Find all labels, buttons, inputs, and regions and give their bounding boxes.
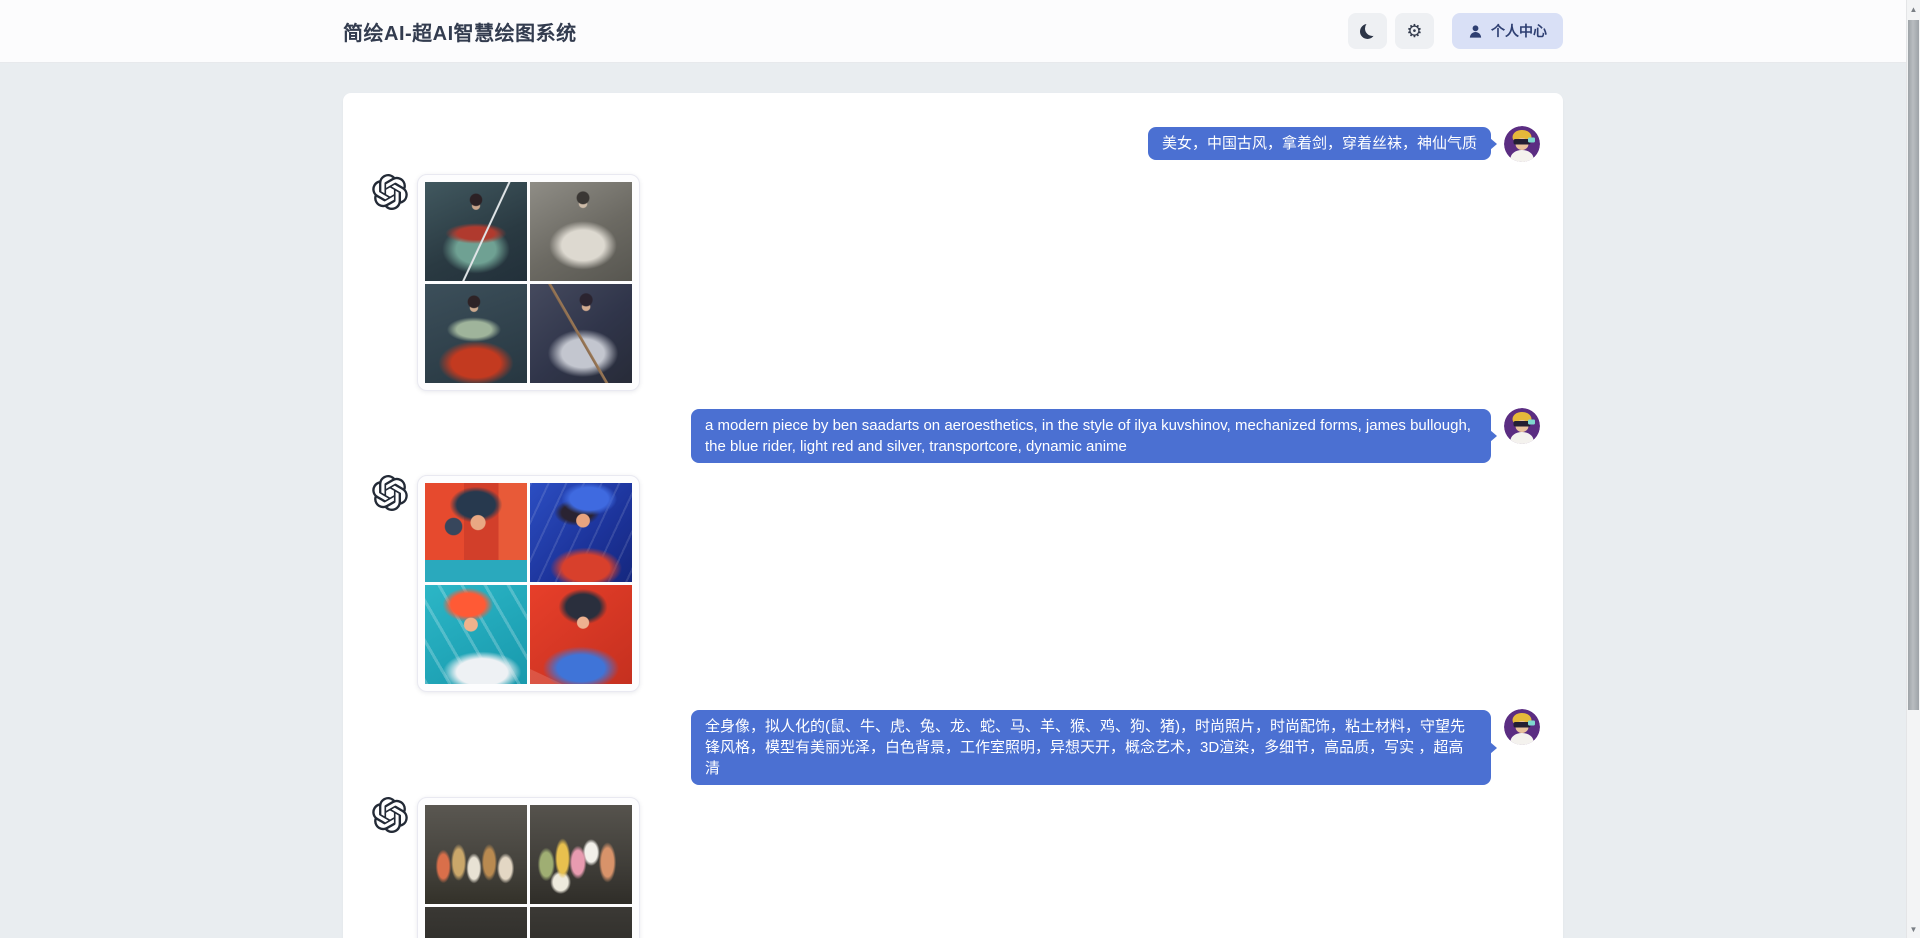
user-avatar — [1504, 126, 1540, 162]
user-message-text: 全身像，拟人化的(鼠、牛、虎、兔、龙、蛇、马、羊、猴、鸡、狗、猪)，时尚照片，时… — [705, 718, 1465, 777]
settings-button[interactable]: ⚙ — [1395, 13, 1434, 49]
chat-area: 美女，中国古风，拿着剑，穿着丝袜，神仙气质 — [0, 93, 1920, 938]
generated-image-grid[interactable] — [417, 797, 640, 938]
generated-image[interactable] — [530, 284, 632, 383]
openai-logo-icon — [372, 174, 408, 210]
app-title: 简绘AI-超AI智慧绘图系统 — [343, 17, 577, 46]
user-message-row: 美女，中国古风，拿着剑，穿着丝袜，神仙气质 — [372, 126, 1540, 162]
scrollbar-up-arrow-icon[interactable]: ▲ — [1907, 2, 1920, 16]
user-avatar — [1504, 408, 1540, 444]
generated-image[interactable] — [425, 483, 527, 582]
generated-image[interactable] — [425, 907, 527, 938]
generated-image[interactable] — [425, 182, 527, 281]
generated-image-grid[interactable] — [417, 475, 640, 692]
generated-image[interactable] — [425, 284, 527, 383]
profile-button-label: 个人中心 — [1491, 21, 1547, 41]
user-message-text: a modern piece by ben saadarts on aeroes… — [705, 417, 1471, 455]
generated-image[interactable] — [425, 805, 527, 904]
generated-image[interactable] — [530, 585, 632, 684]
generated-image[interactable] — [530, 182, 632, 281]
user-message-bubble: 美女，中国古风，拿着剑，穿着丝袜，神仙气质 — [1148, 127, 1491, 160]
ai-response-row — [372, 475, 1540, 692]
user-avatar — [1504, 709, 1540, 745]
ai-response-row — [372, 174, 1540, 391]
dark-mode-button[interactable] — [1348, 13, 1387, 49]
openai-logo-icon — [372, 475, 408, 511]
user-message-row: 全身像，拟人化的(鼠、牛、虎、兔、龙、蛇、马、羊、猴、鸡、狗、猪)，时尚照片，时… — [372, 709, 1540, 785]
generated-image[interactable] — [530, 907, 632, 938]
ai-response-row — [372, 797, 1540, 938]
moon-icon — [1360, 24, 1375, 39]
user-icon — [1468, 24, 1483, 39]
user-message-bubble: a modern piece by ben saadarts on aeroes… — [691, 409, 1491, 463]
app-header: 简绘AI-超AI智慧绘图系统 ⚙ 个人中心 — [0, 0, 1920, 63]
scrollbar[interactable]: ▲ ▼ — [1906, 0, 1920, 938]
openai-logo-icon — [372, 797, 408, 833]
user-message-bubble: 全身像，拟人化的(鼠、牛、虎、兔、龙、蛇、马、羊、猴、鸡、狗、猪)，时尚照片，时… — [691, 710, 1491, 785]
generated-image[interactable] — [530, 483, 632, 582]
generated-image[interactable] — [530, 805, 632, 904]
user-message-row: a modern piece by ben saadarts on aeroes… — [372, 408, 1540, 463]
gear-icon: ⚙ — [1406, 22, 1422, 40]
generated-image[interactable] — [425, 585, 527, 684]
scrollbar-thumb[interactable] — [1908, 20, 1919, 710]
generated-image-grid[interactable] — [417, 174, 640, 391]
chat-panel: 美女，中国古风，拿着剑，穿着丝袜，神仙气质 — [343, 93, 1563, 938]
header-actions: ⚙ 个人中心 — [1348, 13, 1563, 49]
profile-button[interactable]: 个人中心 — [1452, 13, 1563, 49]
user-message-text: 美女，中国古风，拿着剑，穿着丝袜，神仙气质 — [1162, 135, 1477, 152]
scrollbar-down-arrow-icon[interactable]: ▼ — [1907, 922, 1920, 936]
